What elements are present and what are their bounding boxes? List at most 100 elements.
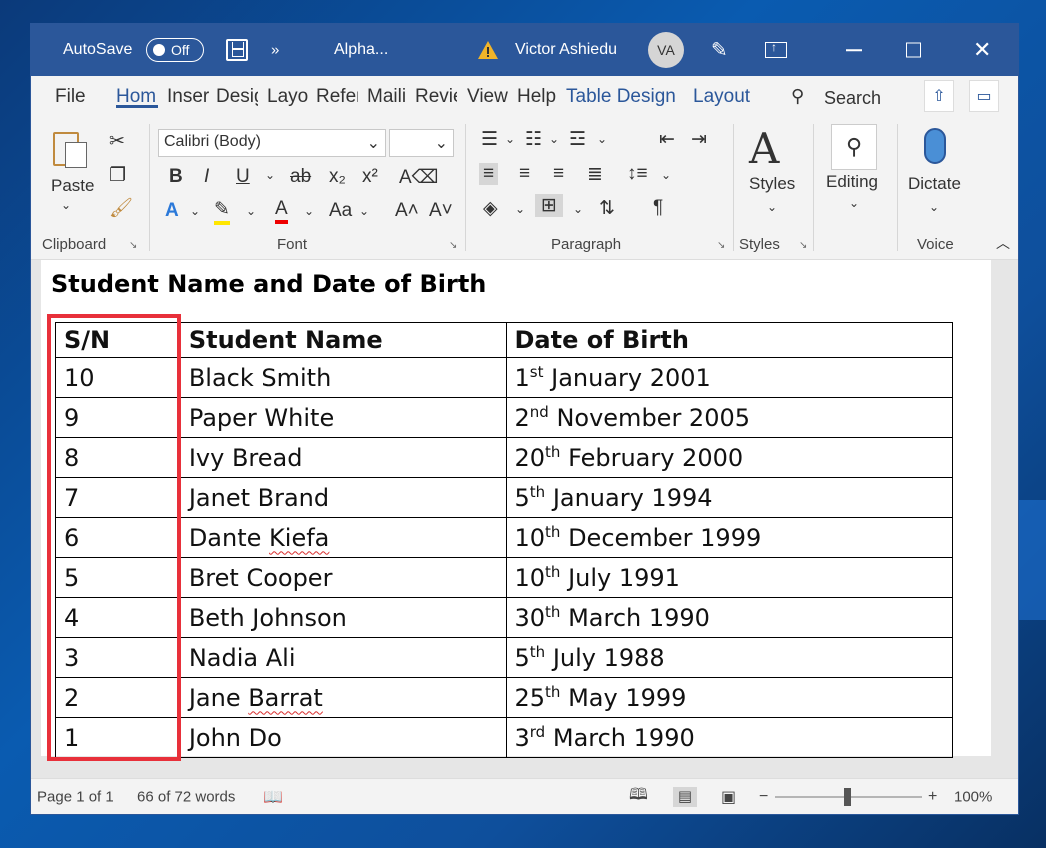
dob-cell[interactable]: 30th March 1990 [505, 597, 953, 638]
web-layout-icon[interactable]: ▣ [721, 787, 736, 807]
tab-design[interactable]: Desig [216, 86, 258, 108]
justify-icon[interactable]: ≣ [587, 163, 603, 186]
student-name-cell[interactable]: Beth Johnson [179, 597, 507, 638]
chevron-down-icon[interactable]: ⌄ [505, 132, 515, 146]
table-row[interactable]: 8 Ivy Bread 20th February 2000 [55, 437, 953, 478]
change-case-icon[interactable]: Aa [329, 200, 352, 222]
chevron-down-icon[interactable]: ⌄ [246, 204, 256, 218]
document-title[interactable]: Alpha... [334, 41, 388, 59]
tab-mailings[interactable]: Maili [367, 86, 409, 108]
minimize-button[interactable] [846, 49, 862, 51]
multilevel-list-icon[interactable]: ☲ [569, 128, 586, 151]
warning-icon[interactable] [477, 40, 499, 60]
show-formatting-icon[interactable]: ¶ [653, 197, 663, 219]
format-painter-icon[interactable]: 🖌 [109, 196, 133, 220]
align-right-icon[interactable]: ≡ [553, 163, 564, 185]
page-count[interactable]: Page 1 of 1 [37, 788, 114, 805]
superscript-icon[interactable]: x² [362, 166, 378, 188]
tab-table-design[interactable]: Table Design [566, 86, 676, 108]
ribbon-display-options-icon[interactable] [765, 40, 787, 58]
student-name-cell[interactable]: Nadia Ali [179, 637, 507, 678]
table-row[interactable]: 10 Black Smith 1st January 2001 [55, 357, 953, 398]
editing-icon[interactable]: ⚲ [831, 124, 877, 170]
dob-cell[interactable]: 10th July 1991 [505, 557, 953, 598]
shading-icon[interactable]: ◈ [483, 197, 498, 220]
chevron-down-icon[interactable]: ⌄ [929, 200, 939, 214]
read-mode-icon[interactable]: 🕮 [629, 783, 648, 810]
microphone-icon[interactable] [924, 128, 946, 164]
sn-cell[interactable]: 10 [55, 357, 181, 398]
copy-icon[interactable]: ❐ [109, 164, 126, 187]
decrease-indent-icon[interactable]: ⇤ [659, 128, 675, 151]
dob-cell[interactable]: 5th July 1988 [505, 637, 953, 678]
sort-icon[interactable]: ⇅ [599, 197, 615, 220]
dob-cell[interactable]: 2nd November 2005 [505, 397, 953, 438]
sn-cell[interactable]: 4 [55, 597, 181, 638]
grow-font-icon[interactable]: A˄ [395, 200, 419, 222]
table-row[interactable]: 2 Jane Barrat 25th May 1999 [55, 677, 953, 718]
column-header[interactable]: S/N [55, 322, 181, 358]
word-count[interactable]: 66 of 72 words [137, 788, 235, 805]
sn-cell[interactable]: 2 [55, 677, 181, 718]
table-row[interactable]: 5 Bret Cooper 10th July 1991 [55, 557, 953, 598]
student-name-cell[interactable]: Paper White [179, 397, 507, 438]
maximize-button[interactable] [906, 42, 921, 58]
tab-references[interactable]: Refer [316, 86, 358, 108]
styles-button[interactable]: Styles [749, 174, 795, 194]
comments-button[interactable]: ▭ [969, 80, 999, 112]
chevron-down-icon[interactable]: ⌄ [597, 132, 607, 146]
student-name-cell[interactable]: Bret Cooper [179, 557, 507, 598]
sn-cell[interactable]: 3 [55, 637, 181, 678]
strikethrough-icon[interactable]: ab [290, 166, 311, 188]
tab-insert[interactable]: Inser [167, 86, 209, 108]
zoom-in-icon[interactable]: + [928, 788, 937, 806]
table-row[interactable]: 1 John Do 3rd March 1990 [55, 717, 953, 758]
borders-icon[interactable]: ⊞ [535, 194, 563, 217]
sn-cell[interactable]: 7 [55, 477, 181, 518]
dob-cell[interactable]: 25th May 1999 [505, 677, 953, 718]
numbering-icon[interactable]: ☷ [525, 128, 542, 151]
tab-review[interactable]: Revie [415, 86, 457, 108]
chevron-down-icon[interactable]: ⌄ [849, 196, 859, 210]
table-row[interactable]: 3 Nadia Ali 5th July 1988 [55, 637, 953, 678]
dob-cell[interactable]: 1st January 2001 [505, 357, 953, 398]
table-row[interactable]: 6 Dante Kiefa 10th December 1999 [55, 517, 953, 558]
styles-launcher-icon[interactable]: ↘ [799, 240, 807, 251]
tab-file[interactable]: File [55, 86, 86, 108]
clear-formatting-icon[interactable]: A⌫ [399, 166, 439, 189]
sn-cell[interactable]: 5 [55, 557, 181, 598]
paragraph-launcher-icon[interactable]: ↘ [717, 240, 725, 251]
increase-indent-icon[interactable]: ⇥ [691, 128, 707, 151]
close-button[interactable]: ✕ [973, 37, 991, 63]
cut-icon[interactable]: ✂ [109, 130, 125, 153]
tab-view[interactable]: View [467, 86, 508, 108]
chevron-down-icon[interactable]: ⌄ [190, 204, 200, 218]
dob-cell[interactable]: 5th January 1994 [505, 477, 953, 518]
sn-cell[interactable]: 8 [55, 437, 181, 478]
student-name-cell[interactable]: Dante Kiefa [179, 517, 507, 558]
subscript-icon[interactable]: x₂ [329, 166, 346, 188]
chevron-down-icon[interactable]: ⌄ [661, 168, 671, 182]
chevron-down-icon[interactable]: ⌄ [549, 132, 559, 146]
paste-label[interactable]: Paste [51, 176, 94, 196]
underline-icon[interactable]: U [236, 166, 250, 188]
zoom-level[interactable]: 100% [954, 788, 992, 805]
column-header[interactable]: Date of Birth [505, 322, 953, 358]
table-row[interactable]: 9 Paper White 2nd November 2005 [55, 397, 953, 438]
chevron-down-icon[interactable]: ⌄ [515, 202, 525, 216]
avatar[interactable]: VA [648, 32, 684, 68]
font-size-select[interactable]: ⌄ [389, 129, 454, 157]
zoom-out-icon[interactable]: − [759, 788, 768, 806]
chevron-down-icon[interactable]: ⌄ [61, 198, 71, 212]
document-page[interactable]: Student Name and Date of Birth S/N Stude… [41, 260, 991, 761]
search-box[interactable]: Search [824, 88, 881, 109]
text-effects-icon[interactable]: A [165, 200, 179, 222]
italic-icon[interactable]: I [204, 166, 209, 188]
sn-cell[interactable]: 6 [55, 517, 181, 558]
font-color-icon[interactable]: A [275, 198, 288, 224]
user-name[interactable]: Victor Ashiedu [515, 41, 617, 59]
bullets-icon[interactable]: ☰ [481, 128, 498, 151]
highlight-icon[interactable]: ✎ [214, 198, 230, 225]
column-header[interactable]: Student Name [179, 322, 507, 358]
paste-icon[interactable] [53, 128, 87, 168]
